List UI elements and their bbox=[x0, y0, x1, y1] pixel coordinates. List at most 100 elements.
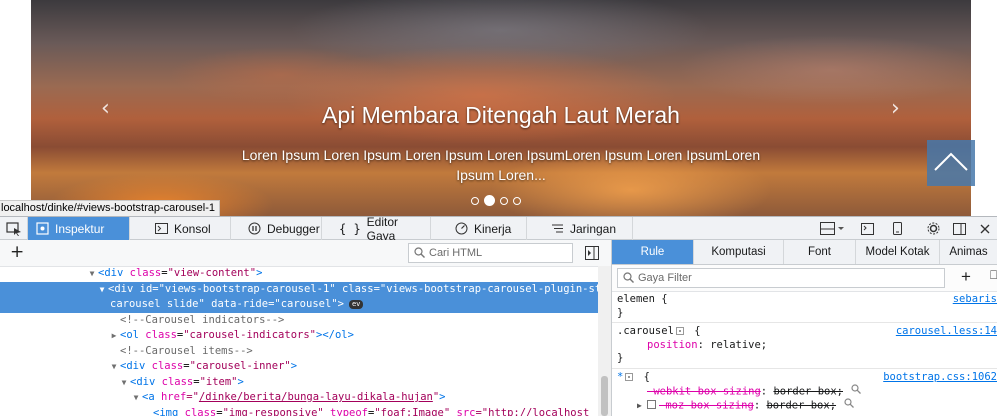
element-picker-button[interactable] bbox=[0, 217, 28, 240]
expand-triangle-icon[interactable]: ▼ bbox=[86, 266, 98, 282]
markup-line[interactable]: <!--Carousel indicators--> bbox=[0, 313, 598, 329]
carousel-indicator-active[interactable] bbox=[484, 195, 495, 206]
attribute-value: "views-bootstrap-carousel-1" bbox=[158, 282, 336, 295]
tab-debugger[interactable]: Debugger bbox=[240, 217, 322, 240]
attribute-name: typeof bbox=[330, 406, 368, 416]
search-html-placeholder: Cari HTML bbox=[429, 247, 483, 259]
tag-name: <div bbox=[130, 375, 156, 388]
carousel-caption-text: Loren Ipsum Loren Ipsum Loren Ipsum Lore… bbox=[241, 147, 761, 183]
back-to-top-button[interactable] bbox=[927, 140, 975, 186]
rule-selector[interactable]: * bbox=[617, 371, 623, 383]
attribute-name: class bbox=[145, 329, 177, 341]
expand-triangle-icon[interactable]: ▼ bbox=[96, 282, 108, 298]
property-name[interactable]: position bbox=[647, 339, 698, 351]
attribute-name: class bbox=[184, 406, 217, 416]
add-rule-button[interactable]: + bbox=[961, 268, 971, 286]
braces-icon: { } bbox=[339, 221, 361, 236]
tag-close: ></ol> bbox=[316, 329, 354, 341]
tab-animations[interactable]: Animas bbox=[940, 240, 997, 264]
add-node-button[interactable]: + bbox=[10, 243, 24, 261]
rule-source-link[interactable]: bootstrap.css:1062 bbox=[883, 371, 997, 385]
attribute-value: "img-responsive" bbox=[222, 406, 324, 416]
attribute-name: href bbox=[160, 391, 187, 403]
filter-styles-input[interactable]: Gaya Filter bbox=[617, 268, 945, 288]
node-highlight-icon[interactable] bbox=[625, 372, 634, 381]
filter-property-icon[interactable] bbox=[844, 397, 854, 413]
close-devtools-button[interactable] bbox=[974, 217, 996, 240]
tab-style-editor[interactable]: { } Editor Gaya bbox=[331, 215, 431, 243]
gauge-icon bbox=[455, 222, 468, 235]
rule-source-link[interactable]: sebaris bbox=[953, 293, 997, 307]
markup-line-selected[interactable]: ▼ <div id="views-bootstrap-carousel-1" cl… bbox=[0, 281, 611, 298]
carousel-indicator[interactable] bbox=[471, 196, 479, 205]
split-console-button[interactable] bbox=[856, 217, 878, 240]
dock-layout-button[interactable] bbox=[815, 217, 849, 240]
tag-name: <a bbox=[142, 391, 155, 403]
rule-source-link[interactable]: carousel.less:14 bbox=[896, 325, 997, 339]
dock-side-button[interactable] bbox=[948, 217, 970, 240]
scrollbar-thumb[interactable] bbox=[601, 376, 608, 416]
css-rules-list: elemen {sebaris } .carousel {carousel.le… bbox=[612, 291, 997, 413]
markup-line[interactable]: <!--Carousel items--> bbox=[0, 344, 598, 360]
settings-button[interactable] bbox=[922, 217, 944, 240]
markup-line[interactable]: ▼ <div class="item"> bbox=[0, 375, 598, 391]
tag-name: <div bbox=[108, 282, 134, 295]
tab-fonts[interactable]: Font bbox=[784, 240, 856, 264]
markup-line[interactable]: ▼ <div class="carousel-inner"> bbox=[0, 359, 598, 375]
markup-line[interactable]: ▼ <div class="view-content"> bbox=[0, 266, 598, 282]
carousel-indicator[interactable] bbox=[500, 196, 508, 205]
attribute-value: "views-bootstrap-carousel-plugin-style bbox=[379, 282, 612, 295]
property-value[interactable]: relative; bbox=[710, 339, 767, 351]
rule-selector[interactable]: elemen { bbox=[617, 293, 668, 305]
event-badge[interactable]: ev bbox=[348, 299, 364, 309]
tab-inspector[interactable]: Inspektur bbox=[28, 217, 130, 240]
tab-console[interactable]: Konsol bbox=[147, 217, 231, 240]
expand-triangle-icon[interactable]: ▼ bbox=[130, 390, 142, 406]
responsive-mode-button[interactable] bbox=[887, 217, 907, 240]
rule-selector[interactable]: .carousel bbox=[617, 325, 674, 337]
property-checkbox[interactable] bbox=[647, 400, 656, 410]
markup-line[interactable]: <img class="img-responsive" typeof="foaf… bbox=[0, 406, 598, 416]
gear-icon bbox=[927, 222, 939, 235]
node-highlight-icon[interactable] bbox=[675, 327, 684, 335]
carousel-indicator[interactable] bbox=[513, 196, 521, 205]
markup-view: + Cari HTML ▼ <div class="view-content"> … bbox=[0, 240, 612, 416]
tab-rules[interactable]: Rule bbox=[612, 240, 694, 264]
attribute-name: id bbox=[139, 282, 153, 295]
attribute-value: "carousel-indicators" bbox=[183, 329, 316, 341]
tab-network-label: Jaringan bbox=[570, 221, 617, 236]
markup-line[interactable]: ▼ <a href="/dinke/berita/bunga-layu-dikal… bbox=[0, 390, 598, 406]
element-picker-icon bbox=[5, 221, 21, 236]
sidebar-toggle-button[interactable] bbox=[585, 245, 599, 260]
markup-scrollbar[interactable] bbox=[598, 266, 611, 416]
close-icon bbox=[980, 224, 990, 233]
filter-property-icon[interactable] bbox=[851, 384, 861, 399]
markup-line-selected-continued[interactable]: carousel slide" data-ride="carousel"> ev bbox=[0, 297, 598, 313]
pseudo-class-toggle-icon[interactable]: ⎕ bbox=[990, 268, 997, 283]
src-link[interactable]: http://localhost bbox=[488, 407, 589, 416]
property-value-overridden[interactable]: border-box; bbox=[773, 385, 843, 397]
expand-triangle-icon[interactable]: ▶ bbox=[637, 399, 647, 413]
tab-inspector-label: Inspektur bbox=[55, 221, 105, 236]
rule-close-brace: } bbox=[617, 306, 624, 319]
href-link[interactable]: /dinke/berita/bunga-layu-dikala-hujan bbox=[199, 391, 433, 403]
property-name-overridden[interactable]: -webkit-box-sizing bbox=[647, 385, 761, 397]
expand-triangle-icon[interactable]: ▼ bbox=[108, 359, 120, 375]
attribute-name: src bbox=[456, 406, 476, 416]
rule-close-brace: } bbox=[617, 352, 624, 364]
expand-triangle-icon[interactable]: ▼ bbox=[118, 375, 130, 391]
tab-performance[interactable]: Kinerja bbox=[447, 217, 527, 240]
tag-name: <div bbox=[120, 360, 146, 372]
search-html-input[interactable]: Cari HTML bbox=[408, 243, 573, 263]
tab-network[interactable]: Jaringan bbox=[543, 217, 633, 240]
collapsed-triangle-icon[interactable]: ▶ bbox=[108, 328, 120, 344]
attribute-name: data-ride bbox=[211, 298, 269, 310]
split-console-icon bbox=[860, 222, 874, 235]
markup-line[interactable]: ▶ <ol class="carousel-indicators"></ol> bbox=[0, 328, 598, 344]
tab-computed[interactable]: Komputasi bbox=[694, 240, 784, 264]
property-value-overridden[interactable]: border-box; bbox=[766, 399, 836, 411]
property-name-overridden[interactable]: -moz-box-sizing bbox=[659, 399, 754, 411]
tab-box-model[interactable]: Model Kotak bbox=[856, 240, 940, 264]
debugger-icon bbox=[248, 222, 261, 235]
filter-styles-placeholder: Gaya Filter bbox=[638, 272, 692, 284]
